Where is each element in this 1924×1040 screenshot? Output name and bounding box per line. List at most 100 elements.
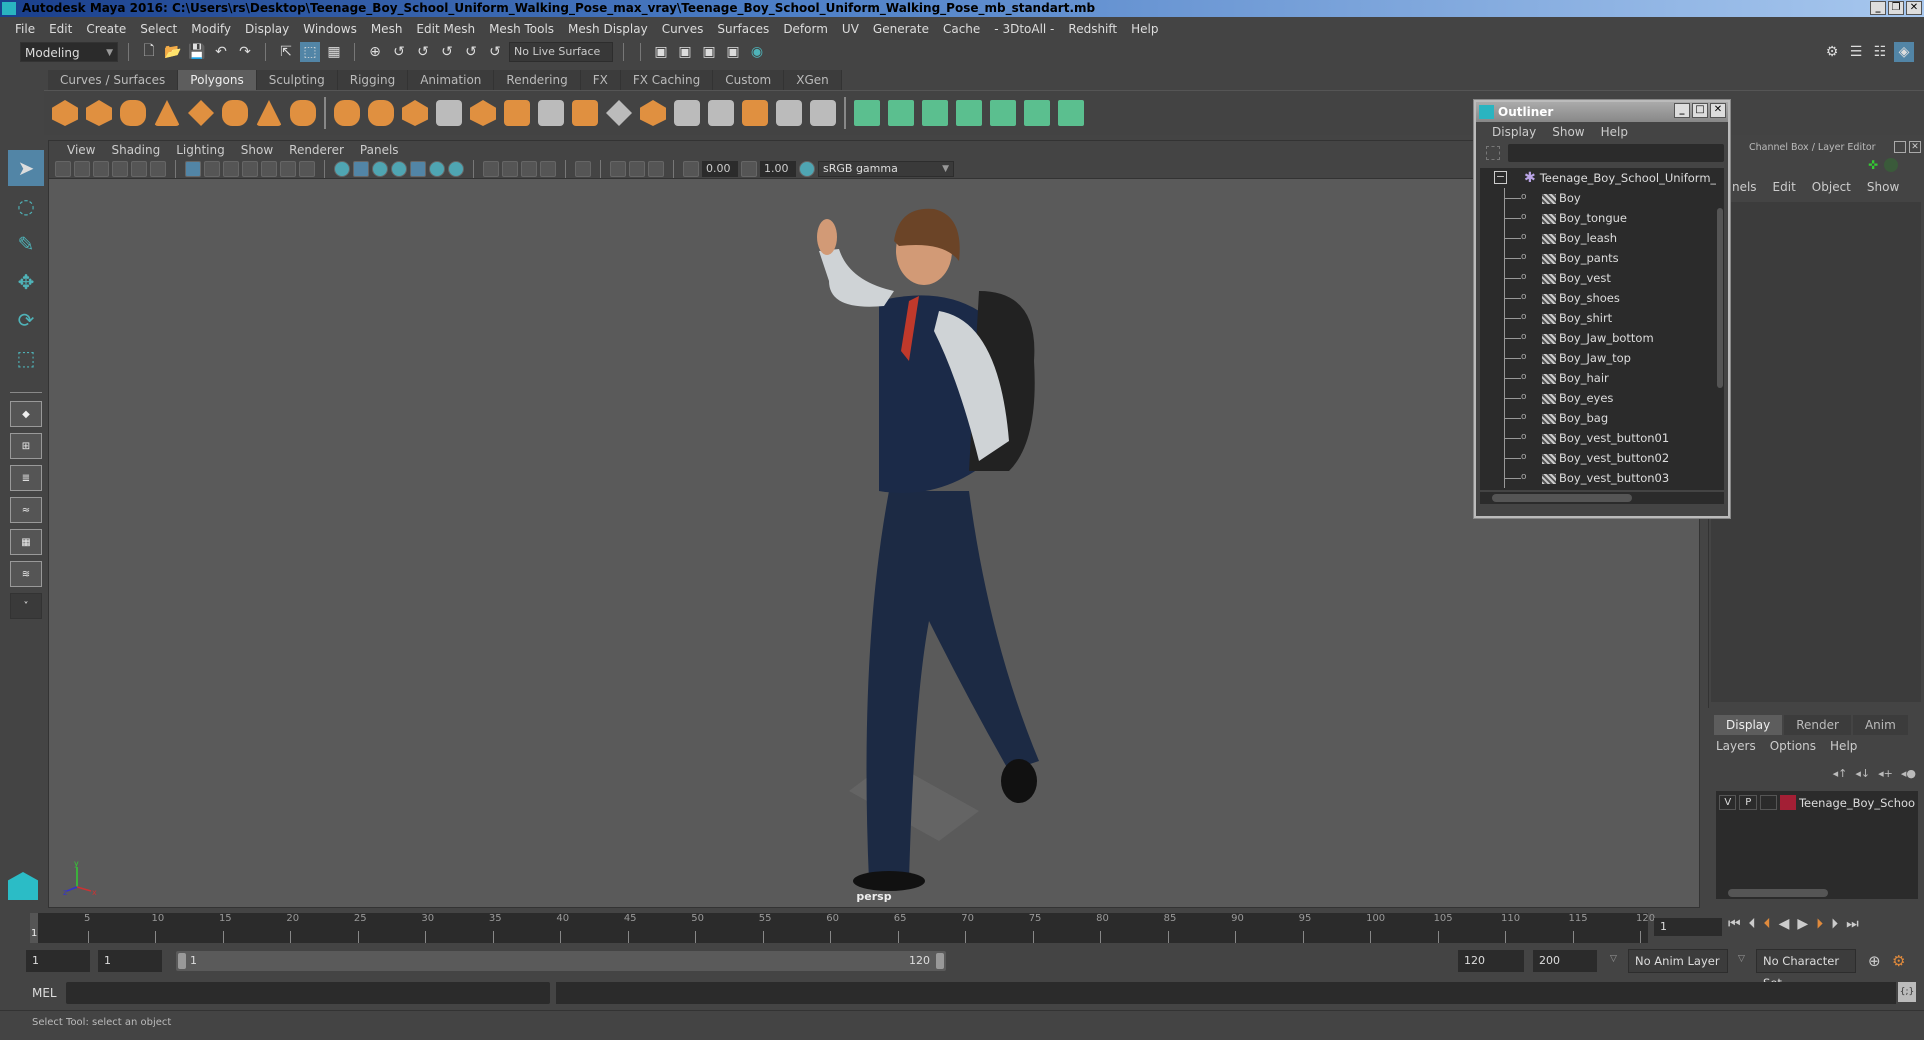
spherical-uv-icon[interactable] [922, 100, 948, 126]
smooth-shade-icon[interactable] [353, 160, 369, 177]
uv-editor-icon[interactable] [1024, 100, 1050, 126]
layer-playback-toggle[interactable]: P [1739, 795, 1757, 810]
panel-menu-lighting[interactable]: Lighting [168, 143, 233, 157]
poly-cylinder-icon[interactable] [120, 100, 146, 126]
menu-surfaces[interactable]: Surfaces [710, 22, 776, 36]
outliner-item[interactable]: Boy_vest_button01 [1480, 427, 1716, 448]
poly-plane-icon[interactable] [188, 100, 214, 126]
playback-start-field[interactable]: 1 [98, 950, 162, 972]
select-hierarchy-icon[interactable]: ⇱ [276, 42, 296, 62]
lasso-tool-icon[interactable]: ◌ [8, 188, 44, 224]
snap-surface-icon[interactable]: ↺ [485, 42, 505, 62]
mode-selector[interactable]: Modeling [20, 42, 118, 63]
wireframe-icon[interactable] [334, 160, 350, 177]
snap-live-icon[interactable]: ↺ [461, 42, 481, 62]
menu-mesh-display[interactable]: Mesh Display [561, 22, 655, 36]
shelf-tab-sculpting[interactable]: Sculpting [256, 70, 338, 90]
select-component-icon[interactable]: ▦ [324, 42, 344, 62]
outliner-item[interactable]: Boy_hair [1480, 367, 1716, 388]
channel-menu-object[interactable]: Object [1804, 180, 1859, 194]
poly-sphere-icon[interactable] [52, 100, 78, 126]
shelf-tab-rigging[interactable]: Rigging [337, 70, 409, 90]
resolution-gate-icon[interactable] [223, 160, 239, 177]
animation-start-field[interactable]: 1 [26, 950, 90, 972]
move-layer-up-icon[interactable]: ◂↑ [1833, 767, 1848, 780]
outliner-menu-show[interactable]: Show [1544, 125, 1592, 139]
live-surface-field[interactable]: No Live Surface [509, 42, 613, 62]
cylindrical-uv-icon[interactable] [888, 100, 914, 126]
restore-button[interactable]: ❐ [1888, 1, 1904, 15]
render-view-icon[interactable]: ▣ [651, 42, 671, 62]
filter-icon[interactable] [1486, 146, 1500, 160]
snap-curve-icon[interactable]: ↺ [389, 42, 409, 62]
menu-mesh-tools[interactable]: Mesh Tools [482, 22, 561, 36]
layer-row[interactable]: V P Teenage_Boy_School_U [1716, 791, 1918, 814]
layout-menu-icon[interactable]: ˅ [10, 593, 42, 619]
four-view-layout-icon[interactable]: ⊞ [10, 433, 42, 459]
exposure-field[interactable]: 0.00 [702, 160, 738, 177]
panel-menu-panels[interactable]: Panels [352, 143, 407, 157]
outliner-item[interactable]: Boy_vest [1480, 267, 1716, 288]
planar-uv-icon[interactable] [854, 100, 880, 126]
step-forward-icon[interactable]: ⏵ [1831, 916, 1838, 932]
outliner-item[interactable]: Boy_vest_button03 [1480, 467, 1716, 488]
outliner-titlebar[interactable]: Outliner _ □ ✕ [1476, 102, 1728, 122]
boolean-icon[interactable] [470, 100, 496, 126]
outliner-hscrollbar[interactable] [1480, 492, 1724, 504]
layer-menu-options[interactable]: Options [1770, 739, 1824, 753]
field-chart-icon[interactable] [261, 160, 277, 177]
open-scene-icon[interactable]: 📂 [163, 42, 183, 62]
automatic-uv-icon[interactable] [956, 100, 982, 126]
playback-end-field[interactable]: 120 [1458, 950, 1524, 972]
shelf-tab-xgen[interactable]: XGen [784, 70, 842, 90]
paint-select-tool-icon[interactable]: ✎ [8, 226, 44, 262]
hud-icon[interactable] [610, 160, 626, 177]
layer-visibility-toggle[interactable]: V [1719, 795, 1737, 810]
color-management-toggle-icon[interactable] [799, 160, 815, 177]
panel-menu-view[interactable]: View [59, 143, 103, 157]
outliner-maximize-button[interactable]: □ [1692, 103, 1708, 118]
film-gate-icon[interactable] [204, 160, 220, 177]
hypershade-persp-layout-icon[interactable]: ▦ [10, 529, 42, 555]
menu-select[interactable]: Select [133, 22, 184, 36]
menu-help[interactable]: Help [1124, 22, 1165, 36]
menu-generate[interactable]: Generate [866, 22, 936, 36]
motion-blur-icon[interactable] [629, 160, 645, 177]
snap-view-plane-icon[interactable]: ↺ [437, 42, 457, 62]
character-model[interactable] [709, 201, 1049, 891]
layer-tab-anim[interactable]: Anim [1852, 715, 1908, 735]
outliner-search-input[interactable] [1508, 144, 1724, 162]
layer-color-swatch[interactable] [1780, 795, 1796, 810]
anim-layer-dropdown-arrow[interactable]: ▽ [1610, 954, 1617, 964]
image-plane-icon[interactable] [112, 160, 128, 177]
speed-icon[interactable] [1884, 158, 1898, 172]
ambient-occlusion-icon[interactable] [448, 160, 464, 177]
script-editor-icon[interactable]: {;} [1898, 982, 1916, 1002]
persp-graph-layout-icon[interactable]: ≈ [10, 497, 42, 523]
layer-tab-display[interactable]: Display [1714, 715, 1783, 735]
panel-menu-show[interactable]: Show [233, 143, 281, 157]
anti-aliasing-icon[interactable] [648, 160, 664, 177]
layer-display-type-toggle[interactable] [1759, 795, 1778, 810]
grease-pencil-icon[interactable] [150, 160, 166, 177]
menu-curves[interactable]: Curves [655, 22, 711, 36]
channel-box-body[interactable] [1711, 202, 1921, 702]
select-tool-icon[interactable]: ➤ [8, 150, 44, 186]
minimize-button[interactable]: _ [1870, 1, 1886, 15]
outliner-minimize-button[interactable]: _ [1674, 103, 1690, 118]
wireframe-on-shaded-icon[interactable] [372, 160, 388, 177]
select-object-icon[interactable]: ⬚ [300, 42, 320, 62]
outliner-item[interactable]: Boy_pants [1480, 247, 1716, 268]
anim-layer-dropdown[interactable]: No Anim Layer [1628, 949, 1728, 973]
menu-cache[interactable]: Cache [936, 22, 987, 36]
menu-windows[interactable]: Windows [296, 22, 364, 36]
outliner-vscrollbar[interactable] [1716, 168, 1724, 490]
new-scene-icon[interactable]: 🗋 [139, 42, 159, 62]
layer-name[interactable]: Teenage_Boy_School_U [1799, 796, 1915, 810]
target-weld-icon[interactable] [776, 100, 802, 126]
xray-icon[interactable] [483, 160, 499, 177]
reduce-icon[interactable] [504, 100, 530, 126]
animation-preferences-icon[interactable]: ⚙ [1892, 952, 1905, 970]
snap-grid-icon[interactable]: ⊕ [365, 42, 385, 62]
outliner-item[interactable]: Boy [1480, 187, 1716, 208]
